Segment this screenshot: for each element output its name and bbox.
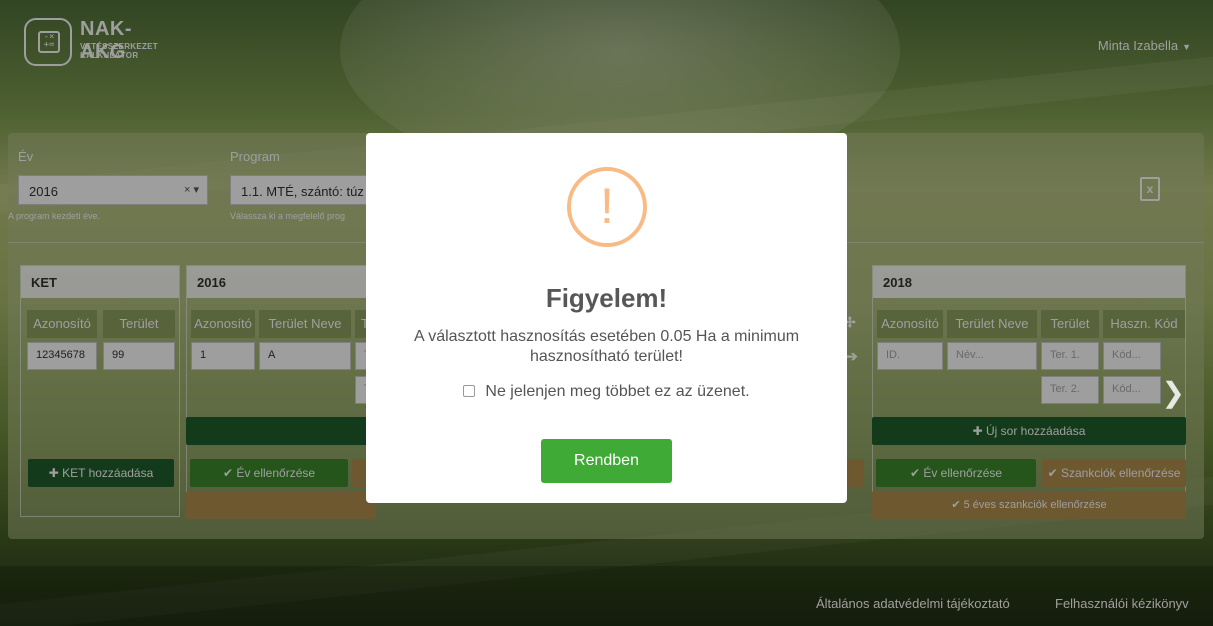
checkbox-label: Ne jelenjen meg többet ez az üzenet. (485, 383, 750, 400)
dialog-message: A választott hasznosítás esetében 0.05 H… (413, 328, 800, 365)
warning-icon: ! (567, 167, 647, 247)
warning-dialog: ! Figyelem! A választott hasznosítás ese… (366, 133, 847, 503)
dont-show-again-checkbox[interactable]: Ne jelenjen meg többet ez az üzenet. (366, 383, 847, 401)
checkbox-icon[interactable] (463, 385, 476, 397)
chevron-right-icon[interactable]: ❯ (1162, 376, 1185, 409)
dialog-title: Figyelem! (545, 283, 668, 313)
ok-button[interactable]: Rendben (541, 439, 672, 483)
